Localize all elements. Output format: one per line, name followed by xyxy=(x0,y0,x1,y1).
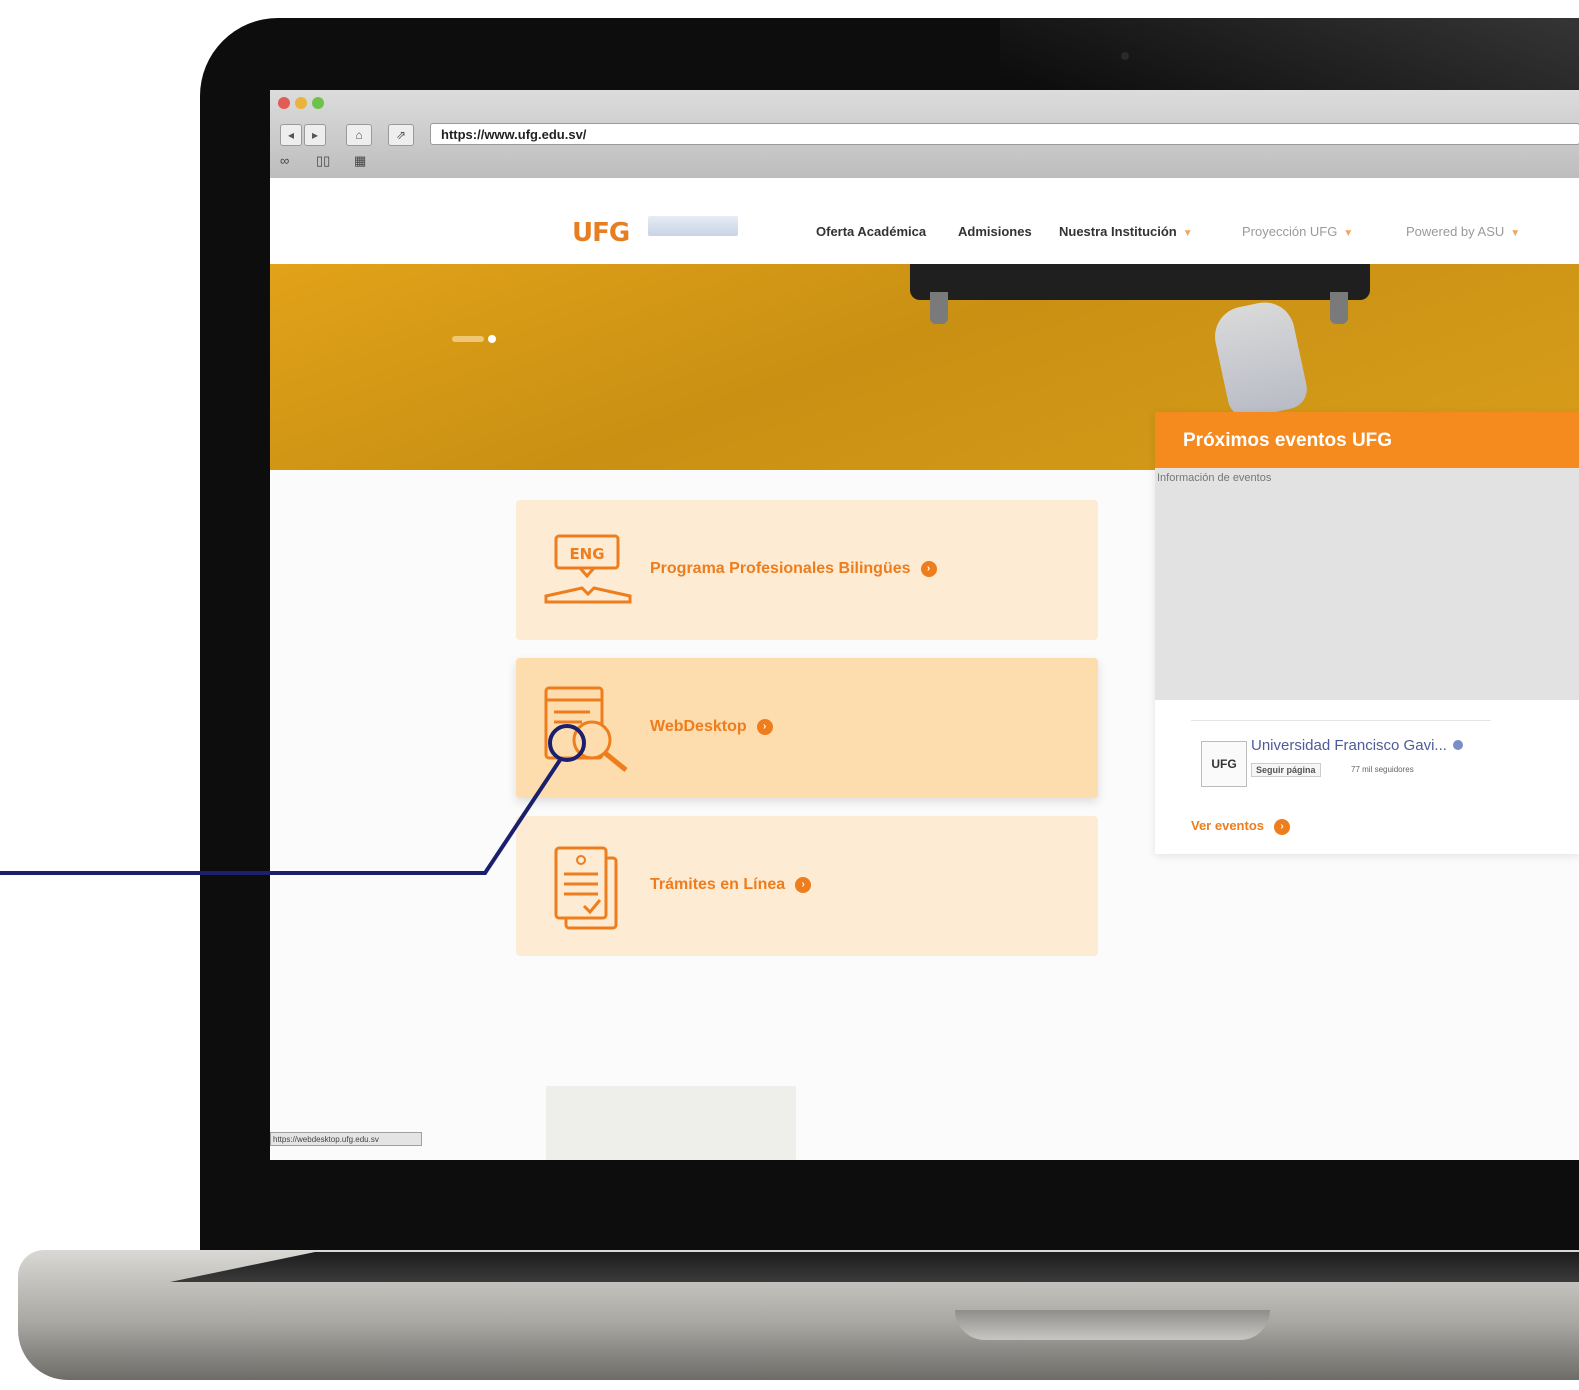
facebook-page-name-text: Universidad Francisco Gavi... xyxy=(1251,737,1447,754)
events-header: Próximos eventos UFG xyxy=(1155,412,1579,468)
menu-powered-by-asu[interactable]: Powered by ASU ▼ xyxy=(1406,224,1520,239)
facebook-page-widget[interactable]: UFG Universidad Francisco Gavi... Seguir… xyxy=(1191,720,1491,793)
menu-admisiones[interactable]: Admisiones xyxy=(958,224,1032,239)
verified-icon xyxy=(1452,740,1463,750)
menu-powered-by-asu-label: Powered by ASU xyxy=(1406,224,1505,239)
arrow-right-icon: › xyxy=(756,718,773,735)
events-image-alt: Información de eventos xyxy=(1157,472,1272,484)
menu-proyeccion-ufg-label: Proyección UFG xyxy=(1242,224,1338,239)
card-webdesktop[interactable]: WebDesktop › xyxy=(516,658,1098,798)
events-title: Próximos eventos UFG xyxy=(1183,430,1393,451)
card-label-text: Programa Profesionales Bilingües xyxy=(650,560,911,577)
chevron-down-icon: ▼ xyxy=(1510,228,1521,239)
ver-eventos-label: Ver eventos xyxy=(1191,818,1264,833)
status-bar-url: https://webdesktop.ufg.edu.sv xyxy=(270,1132,422,1146)
card-label-text: WebDesktop xyxy=(650,718,747,735)
chevron-down-icon: ▼ xyxy=(1182,228,1193,239)
content-thumbnail xyxy=(546,1086,796,1160)
hero-sneaker-graphic xyxy=(1209,296,1311,422)
follow-page-button[interactable]: Seguir página xyxy=(1251,763,1321,777)
menu-oferta-academica[interactable]: Oferta Académica xyxy=(816,224,926,239)
slider-indicator-dot[interactable] xyxy=(488,334,496,343)
ufg-logo[interactable]: UFG xyxy=(572,218,630,248)
arrow-right-icon: › xyxy=(920,560,937,577)
card-label-text: Trámites en Línea xyxy=(650,876,786,893)
slider-indicator-active[interactable] xyxy=(452,335,484,342)
facebook-page-name[interactable]: Universidad Francisco Gavi... xyxy=(1251,737,1463,754)
menu-nuestra-institucion[interactable]: Nuestra Institución ▼ xyxy=(1059,224,1193,239)
camera-icon xyxy=(1121,52,1129,60)
menu-nuestra-institucion-label: Nuestra Institución xyxy=(1059,224,1177,239)
followers-count: 77 mil seguidores xyxy=(1351,765,1414,774)
svg-text:ENG: ENG xyxy=(569,545,604,563)
events-panel: Próximos eventos UFG Información de even… xyxy=(1155,412,1579,854)
keyboard-edge xyxy=(170,1252,1579,1282)
search-document-icon xyxy=(544,686,628,772)
hero-furniture-graphic xyxy=(910,264,1370,300)
menu-proyeccion-ufg[interactable]: Proyección UFG ▼ xyxy=(1242,224,1353,239)
hero-furniture-leg xyxy=(1330,292,1348,324)
card-label: WebDesktop › xyxy=(650,718,773,736)
arrow-right-icon: › xyxy=(795,876,812,893)
hero-furniture-leg xyxy=(930,292,948,324)
logo-subtitle-graphic xyxy=(648,216,738,236)
events-image: Información de eventos xyxy=(1155,468,1579,700)
card-label: Trámites en Línea › xyxy=(650,876,812,894)
card-programa-bilingues[interactable]: ENG Programa Profesionales Bilingües › xyxy=(516,500,1098,640)
card-tramites-en-linea[interactable]: Trámites en Línea › xyxy=(516,816,1098,956)
eng-book-icon: ENG xyxy=(544,534,632,604)
documents-check-icon xyxy=(554,846,618,930)
site-viewport: UFG Oferta Académica Admisiones Nuestra … xyxy=(270,90,1579,1160)
lid-notch xyxy=(955,1310,1270,1340)
ver-eventos-link[interactable]: Ver eventos › xyxy=(1191,818,1290,835)
card-label: Programa Profesionales Bilingües › xyxy=(650,560,937,578)
slider-indicator[interactable] xyxy=(452,330,496,348)
facebook-page-avatar[interactable]: UFG xyxy=(1201,741,1247,787)
arrow-right-icon: › xyxy=(1274,818,1290,835)
chevron-down-icon: ▼ xyxy=(1343,228,1354,239)
